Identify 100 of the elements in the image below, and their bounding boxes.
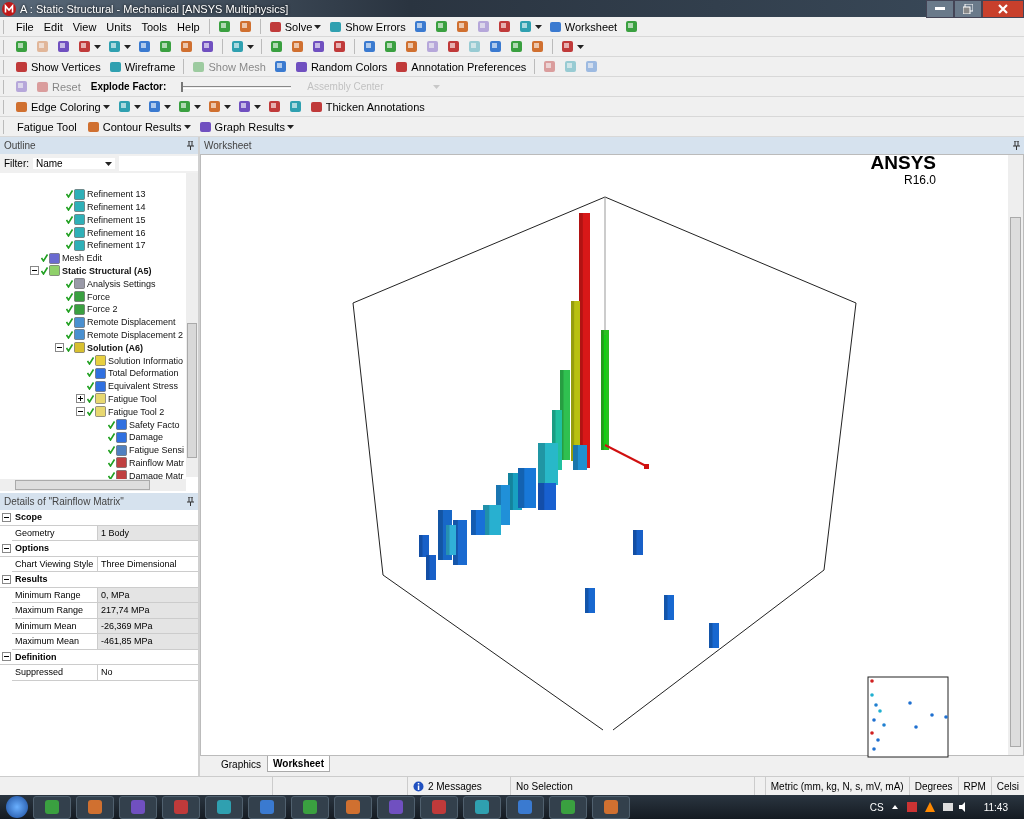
menu-item[interactable]: Units <box>102 20 136 33</box>
tree-item[interactable]: Refinement 13 <box>87 189 146 200</box>
taskbar-app-icon[interactable] <box>119 795 157 819</box>
messages-status[interactable]: 2 Messages <box>427 780 482 792</box>
scrollbar[interactable] <box>1008 155 1023 755</box>
explode-slider[interactable] <box>181 80 292 93</box>
toolbar-button[interactable]: Graph Results <box>195 118 297 135</box>
tree-item[interactable]: Fatigue Sensi <box>129 445 184 456</box>
taskbar-app-icon[interactable] <box>76 795 114 819</box>
square-icon <box>269 39 284 54</box>
menu-item[interactable]: File <box>12 20 38 33</box>
tree-item[interactable]: Static Structural (A5) <box>62 265 152 276</box>
clock[interactable]: 11:43 <box>973 801 1018 813</box>
taskbar-app-icon[interactable] <box>592 795 630 819</box>
tree-item[interactable]: Refinement 14 <box>87 202 146 212</box>
taskbar-app-icon[interactable] <box>506 795 544 819</box>
tree-item[interactable]: Refinement 17 <box>87 240 146 251</box>
toolbar-button[interactable]: Contour Results <box>83 118 194 135</box>
tree-item[interactable]: Fatigue Tool 2 <box>108 406 165 417</box>
tree-node-icon <box>74 214 85 226</box>
tree-item[interactable]: Rainflow Matr <box>129 457 184 468</box>
tree-item[interactable]: Refinement 15 <box>87 214 146 225</box>
scrollbar[interactable] <box>186 173 198 477</box>
tree-item[interactable]: Force 2 <box>87 304 118 315</box>
square-icon <box>158 39 173 54</box>
tree-item[interactable]: Solution Informatio <box>108 355 184 366</box>
language-indicator[interactable]: CS <box>869 801 884 813</box>
taskbar-app-icon[interactable] <box>377 795 415 819</box>
filter-input[interactable] <box>119 156 198 171</box>
taskbar-app-icon[interactable] <box>248 795 286 819</box>
tree-item[interactable]: Total Deformation <box>108 368 179 379</box>
tree-item[interactable]: Force <box>87 291 110 302</box>
square-icon <box>200 39 215 54</box>
toolbar-button[interactable]: Show Vertices <box>12 58 104 75</box>
taskbar-app-icon[interactable] <box>162 795 200 819</box>
tree-item[interactable]: Fatigue Tool <box>108 393 157 404</box>
tree-node-icon <box>74 329 85 341</box>
tree-item[interactable]: Mesh Edit <box>62 253 103 264</box>
toolbar-button[interactable]: Wireframe <box>105 58 179 75</box>
taskbar-app-icon[interactable] <box>291 795 329 819</box>
close-button[interactable] <box>982 0 1024 18</box>
taskbar-app-icon[interactable] <box>33 795 71 819</box>
taskbar-app-icon[interactable] <box>549 795 587 819</box>
tree-node-icon <box>95 355 106 367</box>
toolbar-button[interactable]: Random Colors <box>291 58 391 75</box>
collapse-toggle[interactable] <box>0 512 12 522</box>
toolbar-button[interactable]: Worksheet <box>545 18 621 35</box>
tree-item[interactable]: Damage <box>129 432 164 443</box>
slider-thumb[interactable] <box>181 81 184 92</box>
toolbar-button[interactable]: Annotation Preferences <box>392 58 530 75</box>
square-icon <box>86 119 101 134</box>
collapse-toggle[interactable] <box>0 543 12 553</box>
menu-item[interactable]: Tools <box>137 20 172 33</box>
tree-item[interactable]: Safety Facto <box>129 419 180 430</box>
square-icon <box>362 39 377 54</box>
temperature-status[interactable]: Celsi <box>991 777 1024 795</box>
collapse-toggle[interactable] <box>0 574 12 584</box>
expander-toggle[interactable] <box>30 266 41 276</box>
menu-item[interactable]: Help <box>173 20 204 33</box>
collapse-toggle[interactable] <box>0 652 12 662</box>
view-tab[interactable]: Graphics <box>215 756 267 773</box>
toolbar-button[interactable]: Show Errors <box>326 18 409 35</box>
tree-item[interactable]: Analysis Settings <box>87 278 156 289</box>
toolbar-button[interactable]: Thicken Annotations <box>306 98 428 115</box>
taskbar-app-icon[interactable] <box>205 795 243 819</box>
filter-dropdown[interactable]: Name <box>33 158 115 169</box>
square-icon <box>290 39 305 54</box>
taskbar-app-icon[interactable] <box>334 795 372 819</box>
tree-item[interactable]: Solution (A6) <box>87 342 143 353</box>
filter-label: Filter: <box>4 158 29 169</box>
square-icon <box>496 19 512 34</box>
menu-item[interactable]: Edit <box>39 20 67 33</box>
toolbar-button[interactable]: Solve <box>265 18 325 35</box>
taskbar-app-icon[interactable] <box>420 795 458 819</box>
view-tab[interactable]: Worksheet <box>267 756 330 772</box>
expander-toggle[interactable] <box>55 343 66 353</box>
pin-icon[interactable] <box>187 497 194 506</box>
property-value[interactable]: Three Dimensional <box>98 556 198 571</box>
start-button[interactable] <box>6 796 28 818</box>
pin-icon[interactable] <box>187 141 194 150</box>
property-value[interactable]: No <box>98 665 198 680</box>
minimize-button[interactable] <box>926 0 954 18</box>
pin-icon[interactable] <box>1013 141 1020 150</box>
restore-button[interactable] <box>954 0 982 18</box>
tree-item[interactable]: Remote Displacement <box>87 317 176 328</box>
expander-toggle[interactable] <box>76 407 87 417</box>
square-icon <box>176 99 192 114</box>
expander-toggle[interactable] <box>76 394 87 404</box>
property-value[interactable]: 217,74 MPa <box>98 603 198 618</box>
property-value[interactable]: -461,85 MPa <box>98 634 198 649</box>
scrollbar[interactable] <box>0 479 186 491</box>
tree-item[interactable]: Damage Matr <box>129 470 184 481</box>
tree-item[interactable]: Remote Displacement 2 <box>87 329 184 340</box>
square-icon <box>77 39 92 54</box>
tree-item[interactable]: Equivalent Stress <box>108 381 179 392</box>
taskbar-app-icon[interactable] <box>463 795 501 819</box>
toolbar-button[interactable]: Edge Coloring <box>12 98 113 115</box>
tree-item[interactable]: Refinement 16 <box>87 227 146 238</box>
square-icon <box>563 59 579 74</box>
menu-item[interactable]: View <box>68 20 101 33</box>
